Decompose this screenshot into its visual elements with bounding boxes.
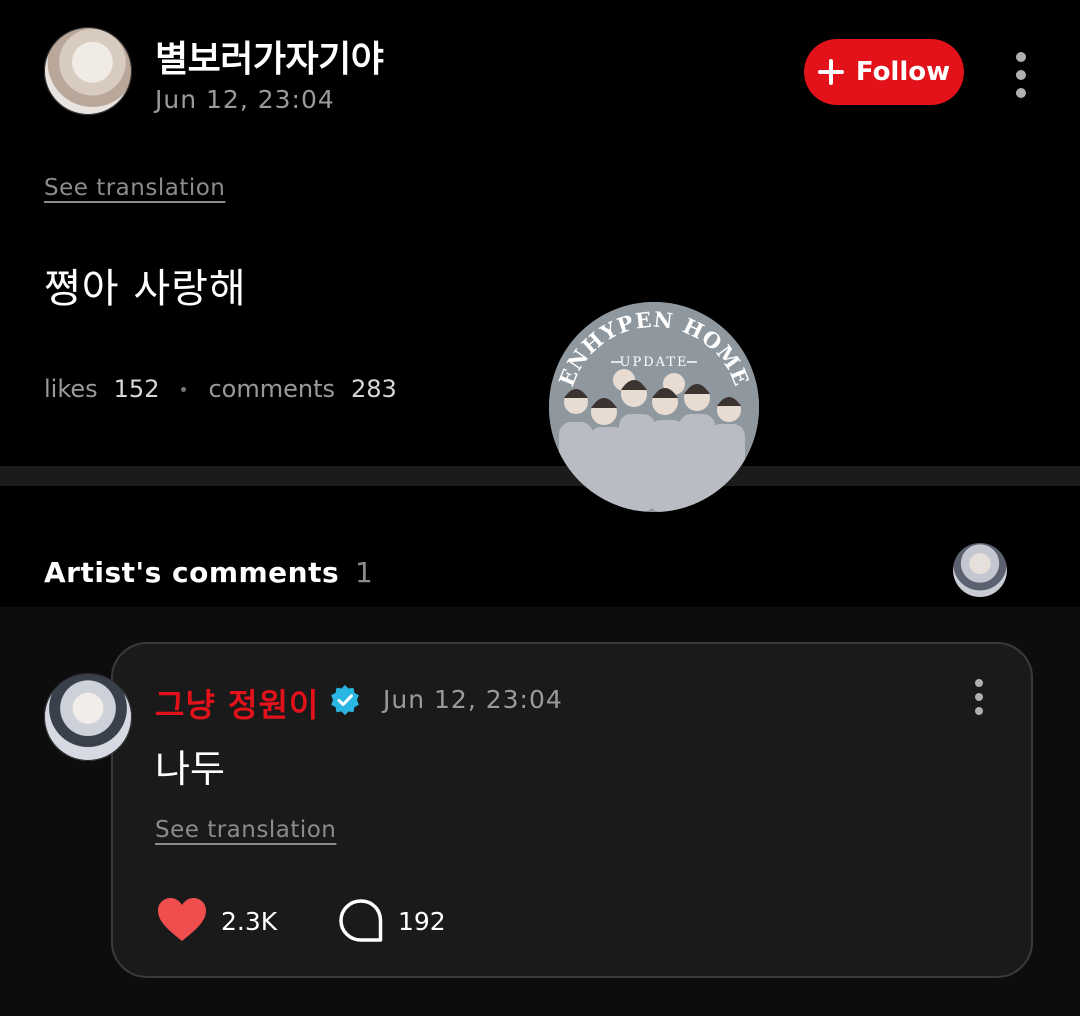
commenter-avatar[interactable] xyxy=(44,673,132,761)
likes-label: likes xyxy=(44,375,98,403)
section-divider xyxy=(0,466,1080,486)
comments-label[interactable]: comments xyxy=(208,375,335,403)
comments-count[interactable]: 283 xyxy=(351,375,397,403)
comment-see-translation-link[interactable]: See translation xyxy=(155,817,336,843)
artist-comments-count: 1 xyxy=(355,556,373,589)
author-avatar[interactable] xyxy=(44,27,132,115)
artist-avatar-small[interactable] xyxy=(953,543,1007,597)
watermark-subtitle: UPDATE xyxy=(620,355,689,370)
plus-icon xyxy=(817,59,844,85)
separator-dot xyxy=(181,386,187,392)
post-body: 쪙아 사랑해 xyxy=(44,266,247,312)
heart-icon[interactable] xyxy=(157,897,207,943)
watermark-badge: ENHYPEN HOME UPDATE xyxy=(549,302,759,512)
speech-bubble-icon[interactable] xyxy=(338,898,384,944)
comment-body: 나두 xyxy=(155,747,225,791)
see-translation-link[interactable]: See translation xyxy=(44,175,225,201)
verified-badge-icon xyxy=(331,685,359,715)
comment-reply-count: 192 xyxy=(398,907,446,936)
post-timestamp: Jun 12, 23:04 xyxy=(155,85,335,114)
comment-timestamp: Jun 12, 23:04 xyxy=(383,685,563,714)
likes-count: 152 xyxy=(113,375,160,403)
comment-like-count: 2.3K xyxy=(221,907,278,936)
artist-comments-title: Artist's comments xyxy=(44,556,340,589)
author-name[interactable]: 별보러가자기야 xyxy=(155,30,384,82)
follow-button-label: Follow xyxy=(855,57,951,87)
comment-more-options-icon[interactable] xyxy=(972,679,986,715)
more-options-icon[interactable] xyxy=(1014,52,1028,98)
post-stats: likes 152 comments 283 xyxy=(44,375,397,403)
follow-button[interactable]: Follow xyxy=(804,39,964,105)
commenter-name[interactable]: 그냥 정원이 xyxy=(155,680,319,726)
